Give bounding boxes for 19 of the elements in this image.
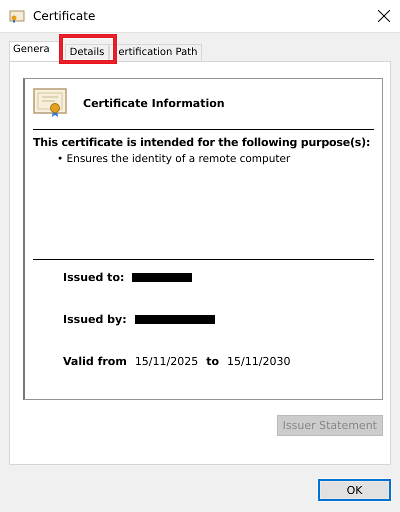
close-icon[interactable] bbox=[378, 10, 390, 22]
date-value: 15/11/2030 bbox=[227, 354, 290, 368]
ok-button[interactable]: OK bbox=[318, 479, 391, 501]
certificate-icon bbox=[9, 8, 25, 24]
field-label: Issued to: bbox=[63, 270, 124, 284]
tab[interactable]: Genera bbox=[9, 41, 61, 61]
purpose-item: • Ensures the identity of a remote computer bbox=[56, 153, 292, 165]
field-label: Issued by: bbox=[63, 312, 127, 326]
field-label: Valid from bbox=[63, 354, 127, 368]
certificate-icon bbox=[33, 88, 69, 118]
tab[interactable]: Details bbox=[64, 44, 110, 61]
purpose-title: This certificate is intended for the following purpose(s): bbox=[33, 136, 372, 149]
tab[interactable]: ertification Path bbox=[109, 44, 202, 61]
heading: Certificate Information bbox=[83, 96, 225, 110]
field-label: to bbox=[206, 354, 220, 368]
redaction-bar bbox=[132, 272, 192, 282]
window-title: Certificate bbox=[33, 9, 96, 23]
date-value: 15/11/2025 bbox=[134, 354, 198, 368]
highlight-overlay bbox=[59, 34, 117, 64]
